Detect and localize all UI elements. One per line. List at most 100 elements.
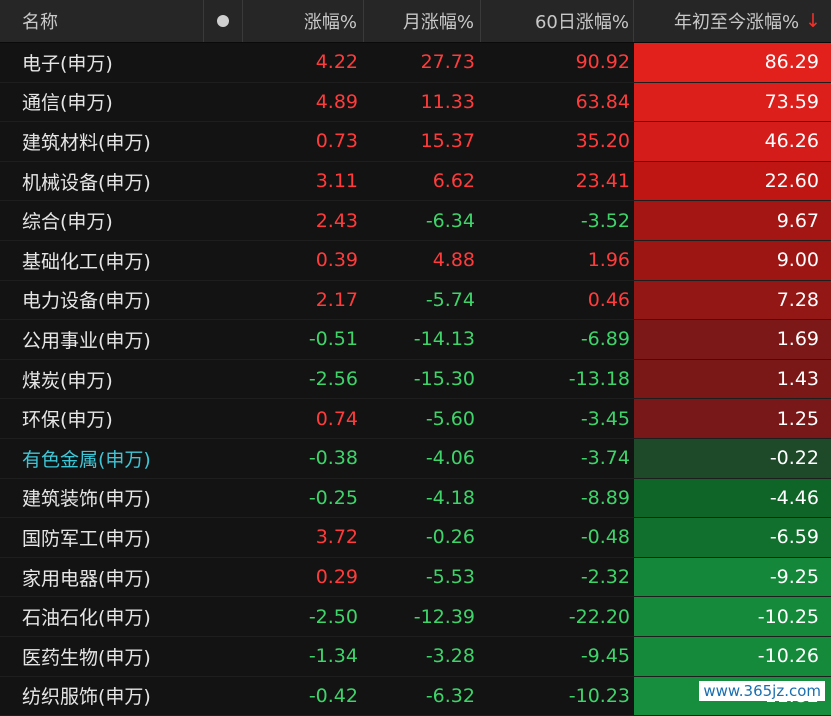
change-cell: 0.74 bbox=[243, 399, 364, 438]
change-cell: -1.34 bbox=[243, 637, 364, 676]
month-change-cell: 11.33 bbox=[364, 83, 481, 122]
month-change-cell: -14.13 bbox=[364, 320, 481, 359]
month-change-cell: -6.34 bbox=[364, 201, 481, 240]
change-cell: 2.17 bbox=[243, 281, 364, 320]
change-cell: -2.56 bbox=[243, 360, 364, 399]
indicator-cell bbox=[204, 360, 243, 399]
indicator-cell bbox=[204, 637, 243, 676]
table-row[interactable]: 国防军工(申万) 3.72-0.26-0.48-6.59 bbox=[0, 518, 831, 558]
watermark: www.365jz.com bbox=[699, 681, 825, 701]
month-change-cell: 15.37 bbox=[364, 122, 481, 161]
ytd-change-cell: 86.29 bbox=[634, 43, 831, 82]
60day-change-cell: -9.45 bbox=[481, 637, 634, 676]
change-cell: 2.43 bbox=[243, 201, 364, 240]
change-cell: 3.72 bbox=[243, 518, 364, 557]
month-change-cell: -5.53 bbox=[364, 558, 481, 597]
month-change-cell: -15.30 bbox=[364, 360, 481, 399]
60day-change-cell: -3.74 bbox=[481, 439, 634, 478]
indicator-cell bbox=[204, 43, 243, 82]
table-row[interactable]: 石油石化(申万)-2.50-12.39-22.20-10.25 bbox=[0, 597, 831, 637]
dot-icon bbox=[217, 15, 229, 27]
indicator-cell bbox=[204, 241, 243, 280]
table-row[interactable]: 机械设备(申万)3.116.6223.4122.60 bbox=[0, 162, 831, 202]
table-row[interactable]: 家用电器(申万)0.29-5.53-2.32-9.25 bbox=[0, 558, 831, 598]
ytd-change-cell: 9.67 bbox=[634, 201, 831, 240]
col-header-ytd-label: 年初至今涨幅% bbox=[674, 8, 799, 34]
table-row[interactable]: 建筑材料(申万)0.7315.3735.2046.26 bbox=[0, 122, 831, 162]
sector-table: 名称 涨幅% 月涨幅% 60日涨幅% 年初至今涨幅% ↓ 电子(申万)4.222… bbox=[0, 0, 831, 716]
month-change-cell: -5.74 bbox=[364, 281, 481, 320]
60day-change-cell: 90.92 bbox=[481, 43, 634, 82]
ytd-change-cell: -4.46 bbox=[634, 479, 831, 518]
indicator-cell bbox=[204, 122, 243, 161]
ytd-change-cell: -10.25 bbox=[634, 597, 831, 636]
sort-desc-arrow-icon: ↓ bbox=[805, 10, 821, 32]
sector-name-cell: 建筑材料(申万) bbox=[0, 122, 204, 161]
indicator-cell bbox=[204, 399, 243, 438]
ytd-change-cell: 1.69 bbox=[634, 320, 831, 359]
60day-change-cell: 0.46 bbox=[481, 281, 634, 320]
table-body: 电子(申万) 4.2227.7390.9286.29通信(申万)4.8911.33… bbox=[0, 43, 831, 716]
table-row[interactable]: 电子(申万) 4.2227.7390.9286.29 bbox=[0, 43, 831, 83]
indicator-cell bbox=[204, 320, 243, 359]
col-header-ytd-change[interactable]: 年初至今涨幅% ↓ bbox=[634, 0, 831, 42]
ytd-change-cell: 1.25 bbox=[634, 399, 831, 438]
change-cell: 3.11 bbox=[243, 162, 364, 201]
table-row[interactable]: 通信(申万)4.8911.3363.8473.59 bbox=[0, 83, 831, 123]
table-row[interactable]: 煤炭(申万)-2.56-15.30-13.181.43 bbox=[0, 360, 831, 400]
table-row[interactable]: 公用事业(申万)-0.51-14.13-6.891.69 bbox=[0, 320, 831, 360]
change-cell: 4.22 bbox=[243, 43, 364, 82]
sector-name-cell: 电力设备(申万) bbox=[0, 281, 204, 320]
indicator-cell bbox=[204, 162, 243, 201]
indicator-cell bbox=[204, 439, 243, 478]
60day-change-cell: -0.48 bbox=[481, 518, 634, 557]
sector-name-cell: 有色金属(申万) bbox=[0, 439, 204, 478]
table-row[interactable]: 建筑装饰(申万)-0.25-4.18-8.89-4.46 bbox=[0, 479, 831, 519]
table-row[interactable]: 环保(申万)0.74-5.60-3.451.25 bbox=[0, 399, 831, 439]
col-header-indicator[interactable] bbox=[204, 0, 243, 42]
60day-change-cell: -6.89 bbox=[481, 320, 634, 359]
sector-name-cell: 综合(申万) bbox=[0, 201, 204, 240]
sector-name-cell: 纺织服饰(申万) bbox=[0, 677, 204, 716]
change-cell: -0.38 bbox=[243, 439, 364, 478]
60day-change-cell: -3.52 bbox=[481, 201, 634, 240]
change-cell: -0.25 bbox=[243, 479, 364, 518]
month-change-cell: -3.28 bbox=[364, 637, 481, 676]
table-row[interactable]: 医药生物(申万)-1.34-3.28-9.45-10.26 bbox=[0, 637, 831, 677]
60day-change-cell: -8.89 bbox=[481, 479, 634, 518]
month-change-cell: 27.73 bbox=[364, 43, 481, 82]
month-change-cell: -4.06 bbox=[364, 439, 481, 478]
ytd-change-cell: -9.25 bbox=[634, 558, 831, 597]
60day-change-cell: -10.23 bbox=[481, 677, 634, 716]
ytd-change-cell: 1.43 bbox=[634, 360, 831, 399]
ytd-change-cell: -6.59 bbox=[634, 518, 831, 557]
indicator-cell bbox=[204, 597, 243, 636]
indicator-cell bbox=[204, 677, 243, 716]
table-row[interactable]: 综合(申万) 2.43-6.34-3.529.67 bbox=[0, 201, 831, 241]
60day-change-cell: -2.32 bbox=[481, 558, 634, 597]
month-change-cell: -5.60 bbox=[364, 399, 481, 438]
col-header-change[interactable]: 涨幅% bbox=[243, 0, 364, 42]
sector-name-cell: 国防军工(申万) bbox=[0, 518, 204, 557]
col-header-month-change[interactable]: 月涨幅% bbox=[364, 0, 481, 42]
sector-name-cell: 电子(申万) bbox=[0, 43, 204, 82]
table-row[interactable]: 基础化工(申万)0.394.881.969.00 bbox=[0, 241, 831, 281]
month-change-cell: -0.26 bbox=[364, 518, 481, 557]
indicator-cell bbox=[204, 201, 243, 240]
sector-name-cell: 机械设备(申万) bbox=[0, 162, 204, 201]
col-header-name[interactable]: 名称 bbox=[0, 0, 204, 42]
month-change-cell: 4.88 bbox=[364, 241, 481, 280]
month-change-cell: 6.62 bbox=[364, 162, 481, 201]
table-row[interactable]: 有色金属(申万) -0.38-4.06-3.74-0.22 bbox=[0, 439, 831, 479]
change-cell: -0.51 bbox=[243, 320, 364, 359]
sector-name-cell: 环保(申万) bbox=[0, 399, 204, 438]
sector-name-cell: 石油石化(申万) bbox=[0, 597, 204, 636]
table-row[interactable]: 电力设备(申万)2.17-5.740.467.28 bbox=[0, 281, 831, 321]
ytd-change-cell: 22.60 bbox=[634, 162, 831, 201]
60day-change-cell: 63.84 bbox=[481, 83, 634, 122]
indicator-cell bbox=[204, 558, 243, 597]
sector-name-cell: 建筑装饰(申万) bbox=[0, 479, 204, 518]
ytd-change-cell: -0.22 bbox=[634, 439, 831, 478]
col-header-60day-change[interactable]: 60日涨幅% bbox=[481, 0, 634, 42]
change-cell: 0.73 bbox=[243, 122, 364, 161]
